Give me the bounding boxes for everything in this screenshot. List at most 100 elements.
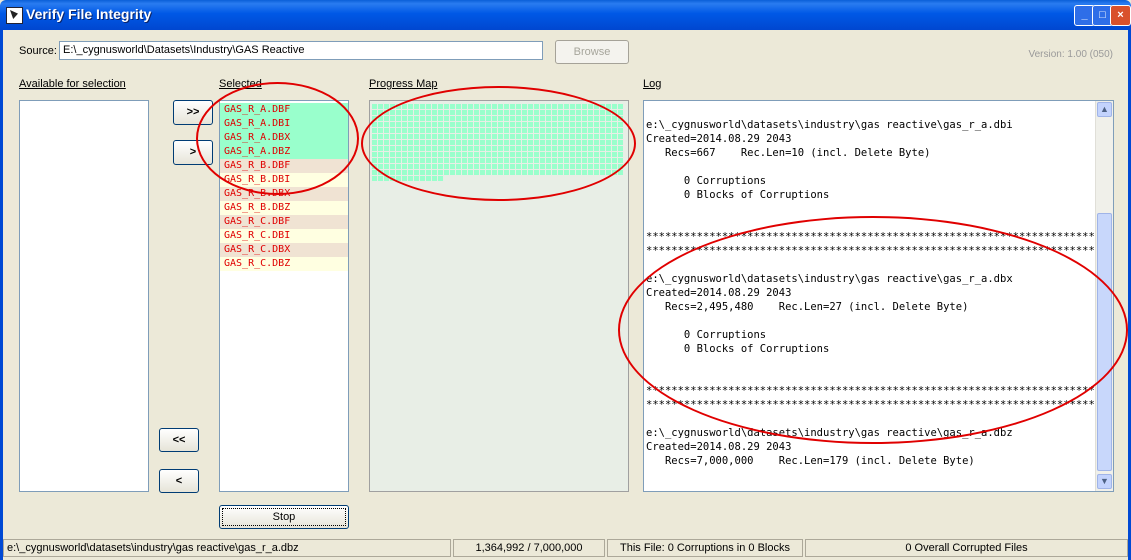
progress-block (420, 104, 425, 109)
progress-block (450, 164, 455, 169)
selected-file-item[interactable]: GAS_R_B.DBZ (220, 201, 348, 215)
progress-block (402, 176, 407, 181)
log-line: Recs=2,495,480 Rec.Len=27 (incl. Delete … (646, 301, 969, 313)
progress-block (396, 158, 401, 163)
progress-block (384, 146, 389, 151)
progress-block (618, 152, 623, 157)
available-list[interactable] (19, 100, 149, 492)
log-line: Created=2014.08.29 2043 (646, 133, 792, 145)
log-scrollbar[interactable]: ▲ ▼ (1095, 101, 1113, 491)
log-line: Created=2014.08.29 2043 (646, 441, 792, 453)
progress-block (534, 134, 539, 139)
progress-block (564, 110, 569, 115)
add-one-button[interactable]: > (173, 140, 213, 165)
progress-block (552, 140, 557, 145)
progress-block (528, 104, 533, 109)
progress-block (576, 116, 581, 121)
progress-block (468, 116, 473, 121)
add-all-button[interactable]: >> (173, 100, 213, 125)
selected-file-item[interactable]: GAS_R_C.DBZ (220, 257, 348, 271)
remove-one-button[interactable]: < (159, 469, 199, 493)
progress-block (618, 128, 623, 133)
remove-all-button[interactable]: << (159, 428, 199, 452)
progress-block (606, 128, 611, 133)
progress-block (492, 152, 497, 157)
progress-block (444, 140, 449, 145)
progress-block (438, 152, 443, 157)
progress-block (426, 152, 431, 157)
progress-block (510, 152, 515, 157)
progress-block (522, 116, 527, 121)
progress-block (378, 134, 383, 139)
selected-file-item[interactable]: GAS_R_B.DBX (220, 187, 348, 201)
scroll-thumb[interactable] (1097, 213, 1112, 471)
progress-block (432, 116, 437, 121)
source-path-input[interactable]: E:\_cygnusworld\Datasets\Industry\GAS Re… (59, 41, 543, 60)
progress-block (432, 152, 437, 157)
progress-block (408, 164, 413, 169)
progress-block (480, 158, 485, 163)
progress-block (528, 116, 533, 121)
progress-block (576, 158, 581, 163)
progress-block (552, 134, 557, 139)
selected-file-item[interactable]: GAS_R_A.DBX (220, 131, 348, 145)
progress-block (378, 122, 383, 127)
scroll-up-icon[interactable]: ▲ (1097, 102, 1112, 117)
log-line: e:\_cygnusworld\datasets\industry\gas re… (646, 427, 1013, 439)
progress-block (540, 140, 545, 145)
progress-block (462, 116, 467, 121)
title-bar[interactable]: Verify File Integrity _ □ × (0, 0, 1131, 30)
progress-block (402, 110, 407, 115)
progress-block (402, 134, 407, 139)
log-panel[interactable]: e:\_cygnusworld\datasets\industry\gas re… (643, 100, 1114, 492)
progress-block (390, 128, 395, 133)
progress-block (390, 110, 395, 115)
progress-block (438, 146, 443, 151)
progress-block (570, 122, 575, 127)
selected-file-item[interactable]: GAS_R_B.DBF (220, 159, 348, 173)
progress-block (450, 122, 455, 127)
progress-block (618, 122, 623, 127)
progress-block (468, 104, 473, 109)
selected-file-item[interactable]: GAS_R_B.DBI (220, 173, 348, 187)
progress-block (372, 170, 377, 175)
progress-block (462, 104, 467, 109)
selected-file-item[interactable]: GAS_R_A.DBZ (220, 145, 348, 159)
progress-block (558, 158, 563, 163)
selected-file-item[interactable]: GAS_R_A.DBI (220, 117, 348, 131)
progress-block (486, 116, 491, 121)
selected-file-item[interactable]: GAS_R_A.DBF (220, 103, 348, 117)
progress-block (384, 134, 389, 139)
close-button[interactable]: × (1110, 5, 1131, 26)
scroll-down-icon[interactable]: ▼ (1097, 474, 1112, 489)
progress-block (582, 134, 587, 139)
progress-block (432, 170, 437, 175)
progress-map-blocks (372, 104, 623, 181)
progress-block (540, 158, 545, 163)
progress-block (396, 164, 401, 169)
browse-button[interactable]: Browse (555, 40, 629, 64)
progress-block (600, 164, 605, 169)
stop-button[interactable]: Stop (219, 505, 349, 529)
progress-block (462, 140, 467, 145)
progress-block (414, 134, 419, 139)
progress-block (510, 134, 515, 139)
selected-list[interactable]: GAS_R_A.DBF GAS_R_A.DBI GAS_R_A.DBX GAS_R_A… (219, 100, 349, 492)
progress-block (492, 128, 497, 133)
progress-block (420, 152, 425, 157)
progress-block (384, 116, 389, 121)
progress-block (498, 164, 503, 169)
progress-block (396, 146, 401, 151)
progress-block (606, 158, 611, 163)
progress-block (522, 164, 527, 169)
progress-block (546, 146, 551, 151)
selected-file-item[interactable]: GAS_R_C.DBF (220, 215, 348, 229)
selected-file-item[interactable]: GAS_R_C.DBX (220, 243, 348, 257)
progress-block (396, 152, 401, 157)
progress-block (384, 140, 389, 145)
progress-block (600, 140, 605, 145)
progress-block (468, 122, 473, 127)
progress-block (612, 152, 617, 157)
progress-block (528, 122, 533, 127)
selected-file-item[interactable]: GAS_R_C.DBI (220, 229, 348, 243)
